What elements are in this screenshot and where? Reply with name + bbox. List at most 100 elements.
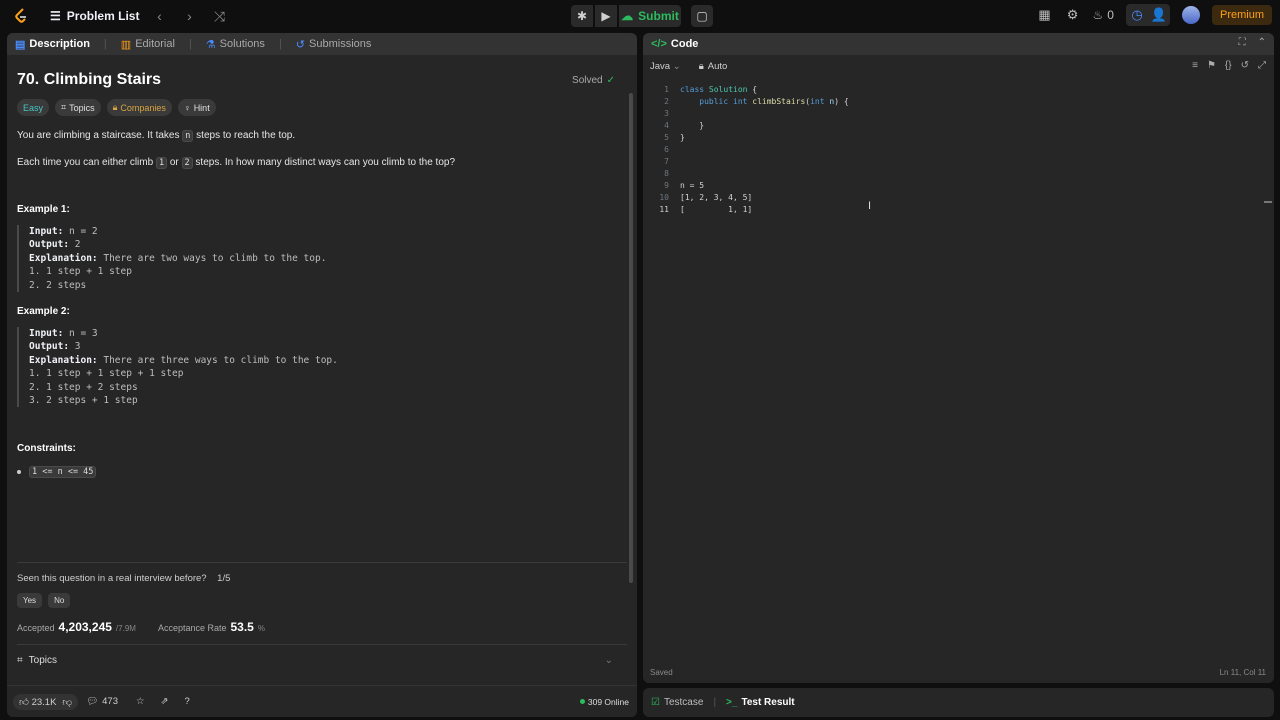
explanation-line: 1. 1 step + 1 step + 1 step — [29, 368, 184, 380]
tab-description[interactable]: ▤ Description — [15, 38, 90, 51]
braces-icon[interactable]: {} — [1225, 60, 1232, 71]
top-bar: ☰ Problem List ‹ › ⤨ ✱ ▶ ☁ Submit ▢ ▦ ⚙ … — [0, 0, 1280, 32]
value: There are three ways to climb to the top… — [97, 354, 338, 366]
tab-testcase[interactable]: ☑ Testcase — [651, 697, 703, 708]
console-panel: ☑ Testcase | >_ Test Result — [643, 688, 1274, 717]
code-line: 7 — [643, 155, 1274, 167]
auto-mode-toggle[interactable]: 🔒︎ Auto — [699, 61, 728, 72]
topics-accordion[interactable]: ⌗ Topics ⌄ — [17, 655, 627, 666]
shuffle-icon[interactable]: ⤨ — [209, 8, 229, 25]
add-user-icon[interactable]: 👤 — [1148, 4, 1170, 26]
save-status: Saved — [650, 668, 673, 677]
avatar[interactable] — [1181, 6, 1200, 24]
streak-counter[interactable]: ♨ 0 — [1093, 8, 1114, 22]
constraints-heading: Constraints: — [17, 443, 76, 455]
example-2-block: Input: n = 3 Output: 3 Explanation: Ther… — [17, 327, 627, 408]
reset-icon[interactable]: ↺ — [1241, 60, 1249, 71]
constraint-code: 1 <= n <= 45 — [29, 466, 97, 479]
example-2-heading: Example 2: — [17, 306, 70, 318]
tab-divider: | — [713, 697, 717, 708]
tab-test-result[interactable]: >_ Test Result — [726, 697, 795, 708]
tab-editorial[interactable]: ▥ Editorial — [121, 38, 175, 51]
tab-divider: | — [278, 38, 282, 50]
bullet-dot — [17, 470, 21, 475]
problem-list-button[interactable]: ☰ Problem List — [50, 9, 139, 23]
maximize-icon[interactable]: ⛶ — [1239, 37, 1246, 48]
page-title[interactable]: 70. Climbing Stairs — [17, 71, 627, 89]
debug-button[interactable]: ✱ — [571, 5, 593, 27]
explanation-line: 3. 2 steps + 1 step — [29, 395, 138, 407]
explanation-line: 1. 1 step + 1 step — [29, 266, 132, 278]
code-line: 4 } — [643, 119, 1274, 131]
notes-button[interactable]: ▢ — [691, 5, 713, 27]
document-icon: ▤ — [15, 38, 26, 51]
prev-problem-icon[interactable]: ‹ — [149, 8, 169, 24]
bug-icon: ✱ — [576, 9, 588, 23]
format-icon[interactable]: ≡ — [1192, 60, 1198, 71]
lightbulb-icon: ♀ — [183, 102, 191, 113]
tab-solutions[interactable]: ⚗ Solutions — [206, 38, 265, 51]
divider — [17, 644, 627, 646]
share-icon[interactable]: ⇗ — [161, 696, 169, 707]
example-1-heading: Example 1: — [17, 204, 70, 215]
line-number: 1 — [664, 84, 669, 94]
code-line: 11 [ 1, 1] — [643, 203, 1274, 215]
yes-button[interactable]: Yes — [17, 593, 43, 609]
cloud-upload-icon: ☁ — [621, 9, 634, 23]
hint-tag[interactable]: ♀ Hint — [177, 99, 216, 116]
explanation-line: 2. 2 steps — [29, 279, 87, 291]
text: steps. In how many distinct ways can you… — [192, 157, 456, 168]
run-button[interactable]: ▶ — [595, 5, 617, 27]
solved-badge: Solved ✓ — [572, 75, 615, 86]
label: Input: — [29, 328, 64, 340]
tag-icon: ⌗ — [61, 102, 67, 112]
problem-description: 70. Climbing Stairs Easy ⌗ Topics 🔒︎ Com… — [7, 71, 637, 666]
code-editor[interactable]: 1 class Solution { 2 public int climbStai… — [643, 83, 1274, 215]
online-count: 309 Online — [579, 697, 629, 707]
description-panel: ▤ Description | ▥ Editorial | ⚗ Solution… — [7, 33, 637, 717]
divider — [17, 562, 627, 564]
book-icon: ▥ — [120, 38, 132, 51]
value: n = 2 — [63, 226, 98, 237]
tab-submissions[interactable]: ↺ Submissions — [296, 38, 372, 51]
next-problem-icon[interactable]: › — [179, 8, 199, 24]
star-icon[interactable]: ☆ — [136, 696, 145, 707]
code-panel-tools: ⛶ ⌃ — [1239, 37, 1266, 48]
leetcode-logo-icon[interactable] — [12, 7, 30, 25]
tab-divider: | — [188, 38, 192, 50]
line-number: 3 — [664, 108, 669, 118]
thumbs-down-icon[interactable]: 👎︎ — [62, 696, 72, 708]
gear-icon[interactable]: ⚙ — [1065, 7, 1081, 23]
collapse-icon[interactable]: ⌃ — [1258, 37, 1266, 48]
label: Input: — [29, 226, 64, 237]
code-line: 3 — [643, 107, 1274, 119]
scrollbar[interactable] — [629, 93, 633, 583]
difficulty-badge: Easy — [17, 99, 50, 116]
label: Explanation: — [29, 354, 98, 366]
terminal-icon: >_ — [726, 697, 738, 708]
online-dot — [579, 699, 585, 704]
interview-question: Seen this question in a real interview b… — [17, 573, 627, 584]
editor-toolbar: Java ⌄ 🔒︎ Auto — [643, 55, 1274, 77]
stopwatch-icon[interactable]: ◷ — [1126, 4, 1148, 26]
acceptance-rate-value: 53.5 — [230, 620, 254, 635]
code-title: Code — [670, 38, 699, 50]
companies-tag[interactable]: 🔒︎ Companies — [106, 99, 172, 116]
fullscreen-icon[interactable]: ⤢ — [1258, 60, 1266, 71]
comments-button[interactable]: 💬︎ 473 — [86, 696, 118, 707]
no-button[interactable]: No — [48, 593, 71, 609]
submit-button[interactable]: ☁ Submit — [619, 5, 681, 27]
line-number: 7 — [664, 156, 669, 166]
help-icon[interactable]: ? — [184, 696, 189, 707]
line-content: class Solution { — [680, 84, 758, 94]
note-icon: ▢ — [696, 9, 708, 23]
code-line: 1 class Solution { — [643, 83, 1274, 95]
code-line: 5} — [643, 131, 1274, 143]
language-select[interactable]: Java ⌄ — [650, 61, 681, 72]
layout-icon[interactable]: ▦ — [1037, 7, 1053, 23]
tab-testcase-label: Testcase — [663, 697, 704, 708]
like-button[interactable]: 👍︎ 23.1K — [19, 696, 56, 708]
premium-button[interactable]: Premium — [1211, 5, 1272, 25]
topics-tag[interactable]: ⌗ Topics — [55, 99, 101, 116]
bookmark-icon[interactable]: ⚑ — [1207, 60, 1216, 71]
